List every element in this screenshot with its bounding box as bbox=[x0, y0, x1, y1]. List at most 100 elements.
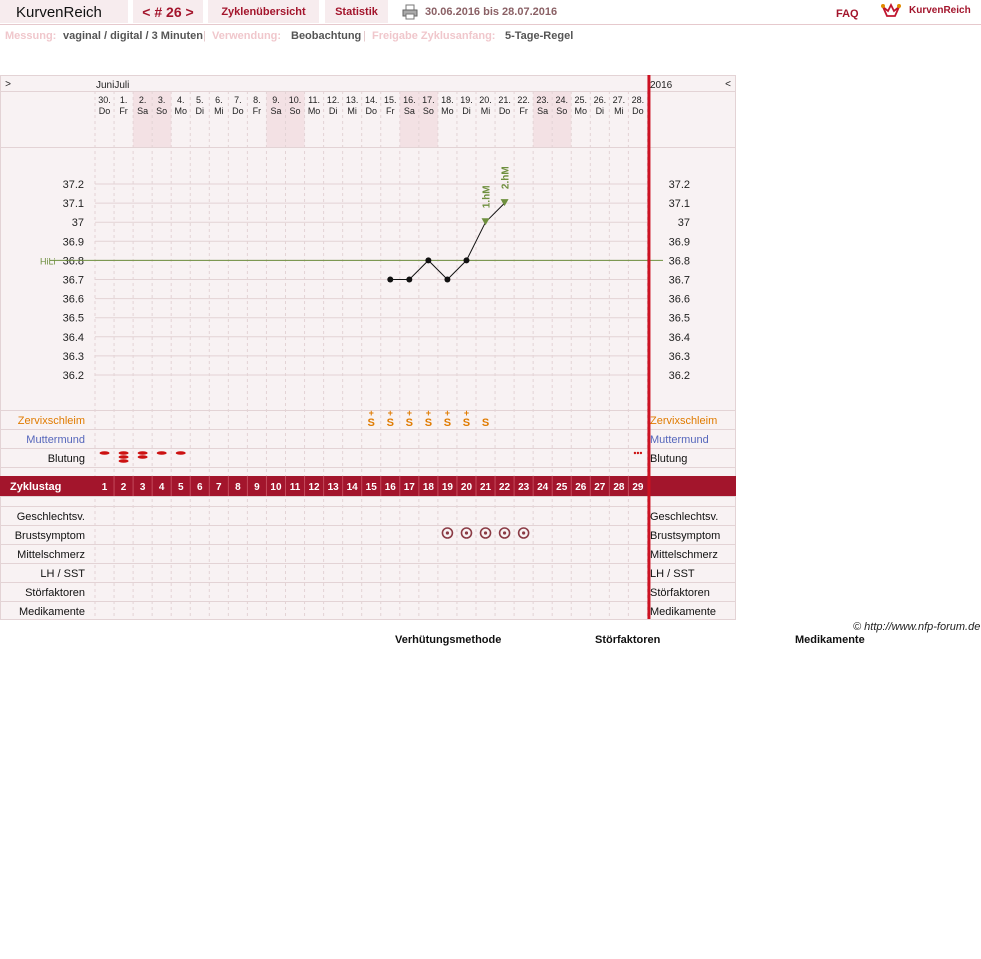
day-weekday: Fr bbox=[119, 106, 128, 116]
row-label-disturb: Störfaktoren bbox=[650, 587, 710, 599]
day-weekday: Sa bbox=[537, 106, 548, 116]
crown-logo-icon bbox=[881, 2, 901, 17]
row-label-cervix: Muttermund bbox=[26, 434, 85, 446]
day-date: 5. bbox=[196, 95, 204, 105]
cycle-day-number: 21 bbox=[480, 482, 492, 493]
day-date: 13. bbox=[346, 95, 359, 105]
cycle-day-number: 1 bbox=[102, 482, 108, 493]
cycle-day-number: 7 bbox=[216, 482, 222, 493]
cycle-day-number: 16 bbox=[385, 482, 397, 493]
temp-point bbox=[425, 257, 432, 264]
day-weekday: Mo bbox=[308, 106, 321, 116]
temp-point bbox=[406, 276, 413, 283]
row-label-cycle-day: Zyklustag bbox=[10, 481, 61, 493]
usage-label: Verwendung: bbox=[212, 30, 282, 42]
day-weekday: Di bbox=[196, 106, 205, 116]
temp-point bbox=[444, 276, 451, 283]
day-weekday: Do bbox=[365, 106, 377, 116]
temp-point bbox=[387, 276, 394, 283]
cycle-day-number: 28 bbox=[613, 482, 625, 493]
temp-tick-left: 36.4 bbox=[63, 332, 84, 344]
day-date: 27. bbox=[613, 95, 626, 105]
cycle-switcher[interactable]: < # 26 > bbox=[133, 0, 203, 23]
measure-value: vaginal / digital / 3 Minuten bbox=[63, 30, 203, 42]
temp-tick-right: 36.5 bbox=[669, 313, 690, 325]
bleeding-mark bbox=[175, 451, 186, 455]
temp-tick-left: 37 bbox=[72, 217, 84, 229]
bleeding-dot bbox=[639, 451, 643, 455]
day-date: 21. bbox=[498, 95, 511, 105]
faq-link[interactable]: FAQ bbox=[836, 8, 859, 20]
tab-cycle-overview[interactable]: Zyklenübersicht bbox=[208, 0, 319, 23]
row-label-intercourse: Geschlechtsv. bbox=[650, 511, 718, 523]
brand-name[interactable]: KurvenReich bbox=[909, 5, 971, 16]
temp-tick-left: 36.6 bbox=[63, 294, 84, 306]
day-weekday: Mi bbox=[214, 106, 224, 116]
row-label-cervix: Muttermund bbox=[650, 434, 709, 446]
day-date: 25. bbox=[575, 95, 588, 105]
cycle-day-number: 13 bbox=[328, 482, 340, 493]
day-date: 7. bbox=[234, 95, 242, 105]
cycle-day-number: 14 bbox=[347, 482, 359, 493]
footer-disturb: Störfaktoren bbox=[595, 634, 661, 646]
day-date: 14. bbox=[365, 95, 378, 105]
cervical-symbol: S bbox=[482, 417, 489, 429]
day-date: 18. bbox=[441, 95, 454, 105]
day-weekday: Mo bbox=[575, 106, 588, 116]
day-weekday: So bbox=[423, 106, 434, 116]
bleeding-mark bbox=[137, 451, 148, 455]
day-weekday: Do bbox=[632, 106, 644, 116]
footer-method: Verhütungsmethode bbox=[395, 634, 502, 646]
breast-symptom-dot bbox=[464, 531, 469, 535]
row-label-bleeding: Blutung bbox=[48, 453, 85, 465]
day-weekday: Mi bbox=[347, 106, 357, 116]
temp-tick-left: 36.3 bbox=[63, 351, 84, 363]
row-label-cervical-mucus: Zervixschleim bbox=[18, 415, 85, 427]
day-date: 6. bbox=[215, 95, 223, 105]
copyright: © http://www.nfp-forum.de bbox=[853, 621, 981, 633]
day-date: 2. bbox=[139, 95, 147, 105]
day-date: 10. bbox=[289, 95, 302, 105]
bleeding-mark bbox=[156, 451, 167, 455]
day-date: 26. bbox=[594, 95, 607, 105]
high-measurement-label: 2.hM bbox=[501, 166, 512, 189]
nav-next-button[interactable]: < bbox=[725, 79, 731, 90]
cycle-day-number: 11 bbox=[290, 482, 301, 493]
app-logo[interactable]: KurvenReich bbox=[0, 0, 128, 23]
temp-tick-right: 36.3 bbox=[669, 351, 690, 363]
day-weekday: So bbox=[156, 106, 167, 116]
day-date: 16. bbox=[403, 95, 416, 105]
row-label-cervical-mucus: Zervixschleim bbox=[650, 415, 717, 427]
temp-tick-right: 36.9 bbox=[669, 236, 690, 248]
cervical-symbol: S bbox=[387, 417, 394, 429]
release-value: 5-Tage-Regel bbox=[505, 30, 574, 42]
temp-tick-right: 36.4 bbox=[669, 332, 690, 344]
bleeding-dot bbox=[633, 451, 637, 455]
tab-statistics[interactable]: Statistik bbox=[325, 0, 388, 23]
bleeding-mark bbox=[137, 455, 148, 459]
day-date: 4. bbox=[177, 95, 185, 105]
cycle-day-number: 29 bbox=[632, 482, 644, 493]
day-date: 22. bbox=[517, 95, 530, 105]
day-date: 24. bbox=[555, 95, 568, 105]
temp-tick-right: 36.2 bbox=[669, 370, 690, 382]
date-range: 30.06.2016 bis 28.07.2016 bbox=[425, 6, 558, 18]
bleeding-mark bbox=[118, 451, 129, 455]
temp-tick-right: 36.8 bbox=[669, 255, 690, 267]
day-weekday: Mi bbox=[481, 106, 491, 116]
bleeding-mark bbox=[99, 451, 110, 455]
nav-prev-button[interactable]: > bbox=[5, 79, 11, 90]
day-weekday: Di bbox=[596, 106, 605, 116]
day-date: 3. bbox=[158, 95, 166, 105]
hili-label: HiLi bbox=[40, 256, 56, 266]
separator: | bbox=[363, 30, 366, 42]
printer-icon[interactable] bbox=[402, 4, 418, 20]
temp-tick-right: 37 bbox=[678, 217, 690, 229]
day-weekday: Do bbox=[232, 106, 244, 116]
day-date: 1. bbox=[120, 95, 128, 105]
row-label-meds: Medikamente bbox=[19, 606, 85, 618]
cycle-day-number: 22 bbox=[499, 482, 511, 493]
day-date: 15. bbox=[384, 95, 397, 105]
cycle-day-number: 19 bbox=[442, 482, 454, 493]
cycle-day-number: 4 bbox=[159, 482, 165, 493]
